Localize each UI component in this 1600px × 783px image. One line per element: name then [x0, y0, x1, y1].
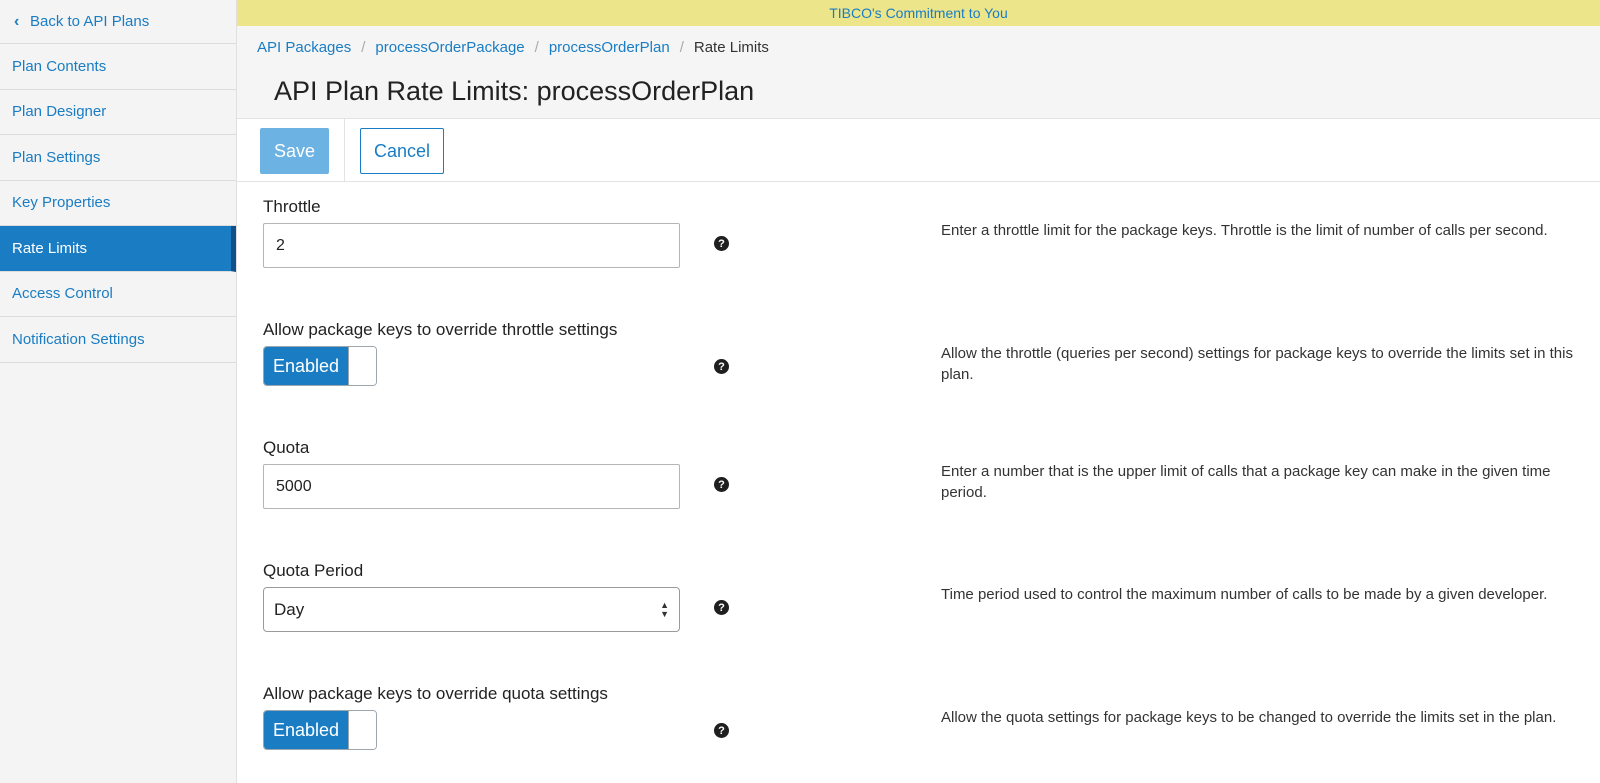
sidebar-item-label: Rate Limits — [12, 239, 88, 257]
question-circle-icon[interactable]: ? — [714, 477, 729, 492]
quota-period-selected-value: Day — [274, 599, 305, 619]
breadcrumb-separator: / — [361, 39, 366, 56]
sidebar-item-plan-settings[interactable]: Plan Settings — [0, 135, 236, 181]
sidebar-item-notification-settings[interactable]: Notification Settings — [0, 317, 236, 363]
quota-help-text: Enter a number that is the upper limit o… — [941, 463, 1551, 501]
page-header: API Packages / processOrderPackage / pro… — [237, 26, 1600, 119]
question-circle-icon[interactable]: ? — [714, 359, 729, 374]
action-toolbar: Save Cancel — [237, 119, 1600, 182]
breadcrumb-separator: / — [534, 39, 539, 56]
question-circle-icon[interactable]: ? — [714, 723, 729, 738]
question-circle-icon[interactable]: ? — [714, 236, 729, 251]
breadcrumb-package[interactable]: processOrderPackage — [375, 39, 524, 56]
sidebar-item-key-properties[interactable]: Key Properties — [0, 181, 236, 226]
commitment-banner: TIBCO's Commitment to You — [237, 0, 1600, 26]
breadcrumb-separator: / — [679, 39, 684, 56]
up-down-arrows-icon: ▲ ▼ — [660, 599, 669, 619]
breadcrumb: API Packages / processOrderPackage / pro… — [257, 39, 769, 56]
sidebar-item-plan-contents[interactable]: Plan Contents — [0, 44, 236, 90]
sidebar-item-label: Plan Designer — [12, 103, 107, 121]
back-link-label: Back to API Plans — [30, 13, 150, 30]
throttle-label: Throttle — [263, 197, 321, 216]
sidebar-item-label: Notification Settings — [12, 330, 145, 348]
throttle-input[interactable] — [263, 223, 680, 268]
quota-period-help-text: Time period used to control the maximum … — [941, 586, 1548, 603]
toolbar-divider — [344, 119, 345, 182]
toggle-knob — [348, 347, 376, 385]
toggle-enabled-label: Enabled — [264, 711, 348, 749]
sidebar-item-plan-designer[interactable]: Plan Designer — [0, 90, 236, 135]
page-title: API Plan Rate Limits: processOrderPlan — [274, 76, 755, 106]
save-button[interactable]: Save — [260, 128, 329, 174]
breadcrumb-plan[interactable]: processOrderPlan — [549, 39, 670, 56]
commitment-banner-link[interactable]: TIBCO's Commitment to You — [829, 5, 1008, 21]
quota-period-label: Quota Period — [263, 561, 364, 580]
breadcrumb-current: Rate Limits — [693, 39, 769, 56]
override-quota-toggle[interactable]: Enabled — [263, 710, 377, 750]
toggle-knob — [348, 711, 376, 749]
override-quota-label: Allow package keys to override quota set… — [263, 684, 608, 703]
override-throttle-help-text: Allow the throttle (queries per second) … — [941, 345, 1573, 383]
breadcrumb-api-packages[interactable]: API Packages — [257, 39, 351, 56]
sidebar-item-access-control[interactable]: Access Control — [0, 272, 236, 317]
override-quota-help-text: Allow the quota settings for package key… — [941, 709, 1557, 726]
sidebar-item-label: Plan Contents — [12, 57, 107, 75]
chevron-left-icon: ‹ — [14, 12, 20, 30]
override-throttle-label: Allow package keys to override throttle … — [263, 320, 618, 339]
sidebar-item-label: Key Properties — [12, 194, 111, 212]
quota-label: Quota — [263, 438, 310, 457]
quota-input[interactable] — [263, 464, 680, 509]
quota-period-select[interactable]: Day ▲ ▼ — [263, 587, 680, 632]
throttle-help-text: Enter a throttle limit for the package k… — [941, 222, 1548, 239]
sidebar-item-label: Plan Settings — [12, 148, 101, 166]
cancel-button[interactable]: Cancel — [360, 128, 444, 174]
sidebar-item-label: Access Control — [12, 285, 113, 303]
toggle-enabled-label: Enabled — [264, 347, 348, 385]
back-to-api-plans-link[interactable]: ‹ Back to API Plans — [0, 0, 236, 44]
sidebar-item-rate-limits[interactable]: Rate Limits — [0, 226, 236, 272]
sidebar: ‹ Back to API Plans Plan Contents Plan D… — [0, 0, 237, 783]
rate-limits-form: Throttle ? Enter a throttle limit for th… — [237, 182, 1600, 783]
question-circle-icon[interactable]: ? — [714, 600, 729, 615]
override-throttle-toggle[interactable]: Enabled — [263, 346, 377, 386]
